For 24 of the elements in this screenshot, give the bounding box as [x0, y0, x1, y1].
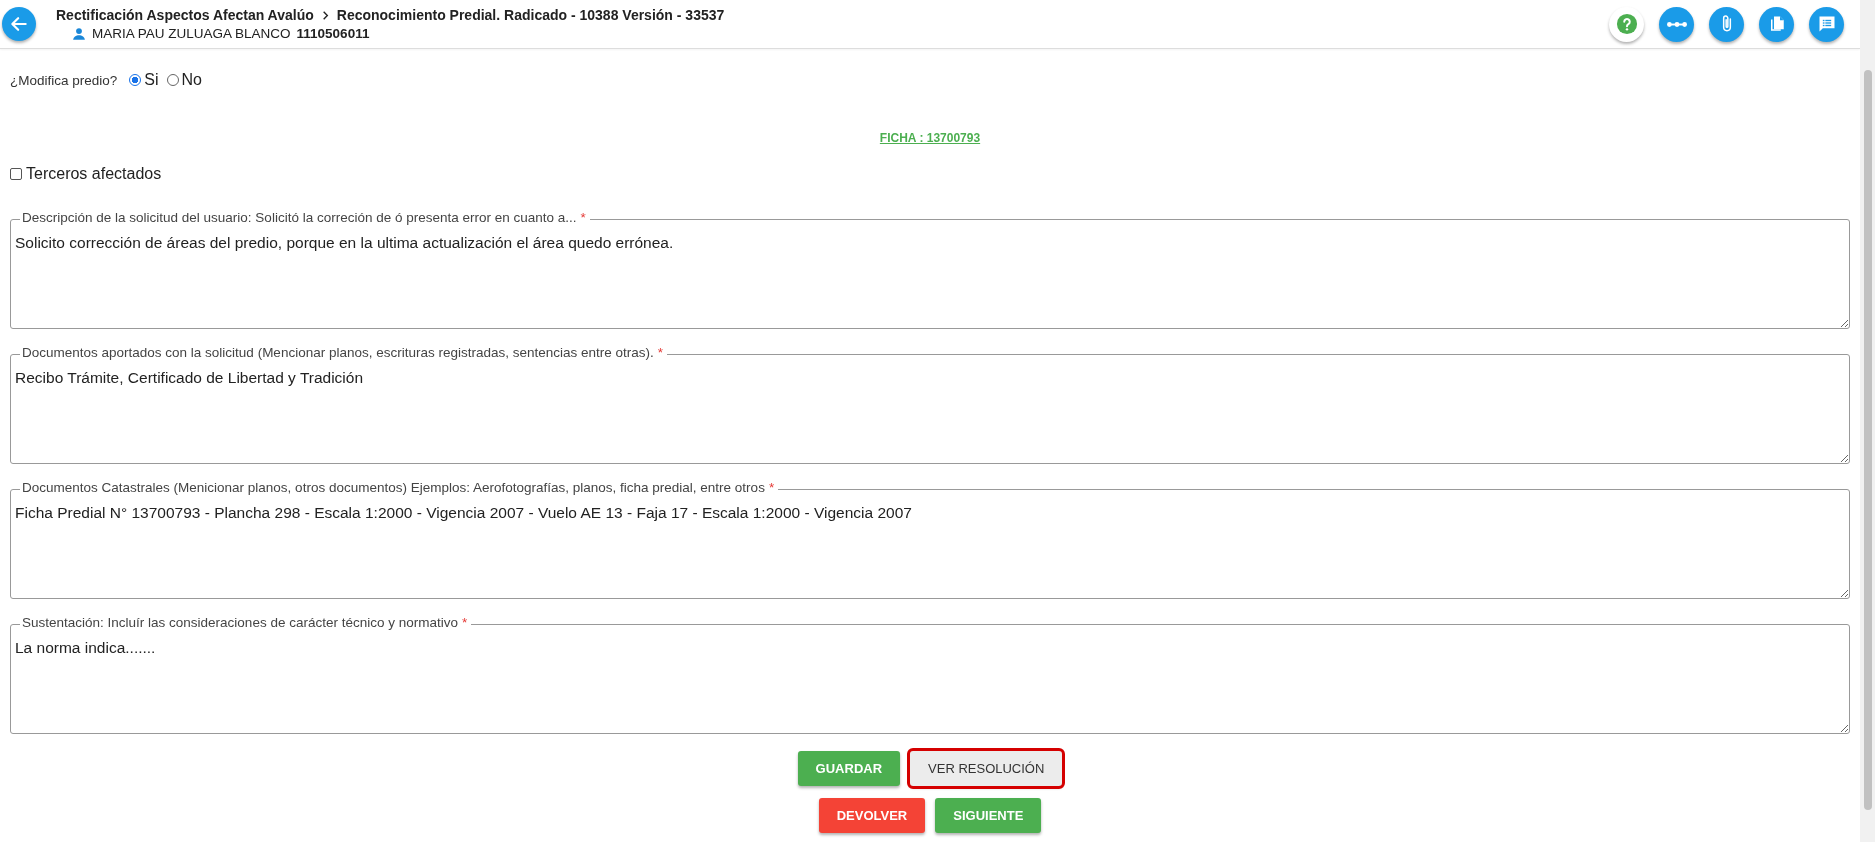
user-name: MARIA PAU ZULUAGA BLANCO	[92, 26, 291, 41]
chat-list-button[interactable]	[1809, 6, 1844, 42]
scrollbar[interactable]	[1860, 0, 1875, 842]
question-icon	[1615, 13, 1638, 35]
person-icon	[72, 26, 86, 41]
question-button[interactable]	[1609, 6, 1644, 42]
radio-label: Si	[144, 71, 159, 89]
breadcrumb-item: Rectificación Aspectos Afectan Avalúo	[56, 7, 314, 23]
connected-dots-button[interactable]	[1659, 6, 1694, 42]
connected-dots-icon	[1666, 21, 1687, 27]
action-button[interactable]: DEVOLVER	[818, 798, 926, 833]
breadcrumb-item: Reconocimiento Predial. Radicado - 10388 Versión - 33537	[336, 7, 725, 23]
radio-button[interactable]	[129, 74, 142, 86]
back-button[interactable]	[2, 7, 36, 41]
action-button[interactable]: VER RESOLUCIÓN	[910, 751, 1063, 786]
checkbox[interactable]	[10, 168, 22, 180]
user-id: 1110506011	[296, 26, 370, 41]
documents-button[interactable]	[1759, 6, 1794, 42]
left-arrow-icon	[9, 14, 29, 34]
question-label: ¿Modifica predio?	[10, 72, 118, 88]
paperclip-button[interactable]	[1709, 6, 1744, 42]
checkbox-label: Terceros afectados	[26, 165, 162, 183]
chat-list-icon	[1816, 14, 1837, 34]
radio-label: No	[181, 71, 202, 89]
